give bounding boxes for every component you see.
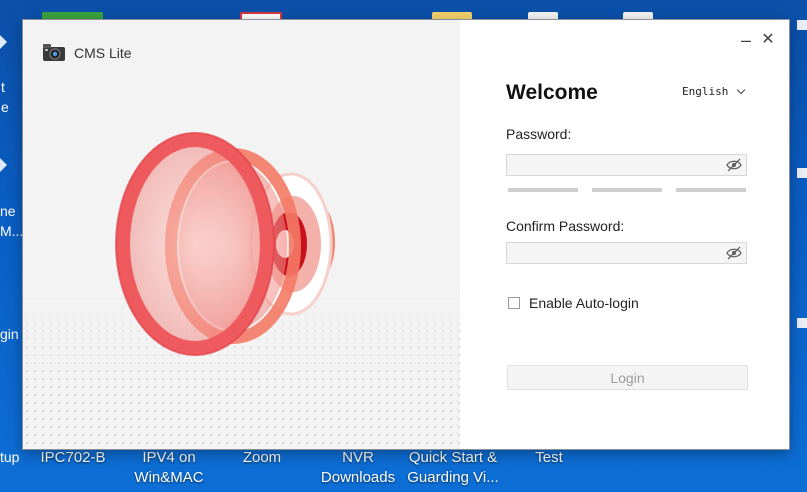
password-field[interactable] xyxy=(506,154,747,176)
desktop-app-icon[interactable] xyxy=(240,12,282,20)
confirm-password-field[interactable] xyxy=(506,242,747,264)
strength-segment xyxy=(592,188,662,192)
desktop-folder-icon[interactable] xyxy=(432,12,472,20)
desktop-shortcut-label[interactable]: Zoom xyxy=(225,448,299,468)
auto-login-checkbox[interactable] xyxy=(508,297,520,309)
desktop-edge-icon xyxy=(797,20,807,30)
desktop-app-icon[interactable] xyxy=(42,12,103,20)
speaker-rings-illustration xyxy=(115,132,335,356)
welcome-heading: Welcome xyxy=(506,81,598,104)
desktop-edge-text: tup xyxy=(0,449,20,465)
password-label: Password: xyxy=(506,126,572,142)
login-button[interactable]: Login xyxy=(507,365,748,390)
auto-login-option[interactable]: Enable Auto-login xyxy=(508,295,639,311)
branding-panel: CMS Lite xyxy=(23,20,460,449)
strength-segment xyxy=(676,188,746,192)
confirm-password-input[interactable] xyxy=(507,243,729,263)
desktop-shortcut-label[interactable]: Test xyxy=(512,448,586,468)
desktop-edge-icon xyxy=(797,168,807,178)
desktop-file-icon[interactable] xyxy=(623,12,653,20)
close-button[interactable]: ✕ xyxy=(758,30,778,50)
language-select[interactable]: English xyxy=(682,85,746,98)
app-brand: CMS Lite xyxy=(42,43,132,63)
desktop-shortcut-label[interactable]: NVR Downloads xyxy=(313,448,403,488)
eye-hidden-icon[interactable] xyxy=(726,158,742,172)
strength-segment xyxy=(508,188,578,192)
auto-login-label: Enable Auto-login xyxy=(529,295,639,311)
minimize-button[interactable]: – xyxy=(736,30,756,50)
desktop-arrow-icon xyxy=(0,35,7,49)
desktop-edge-text: gin xyxy=(0,326,19,342)
desktop-arrow-icon xyxy=(0,158,7,172)
password-strength-meter xyxy=(508,188,746,192)
desktop-file-icon[interactable] xyxy=(528,12,558,20)
password-input[interactable] xyxy=(507,155,729,175)
desktop-edge-text: e xyxy=(1,99,9,115)
app-title: CMS Lite xyxy=(74,45,132,61)
cms-lite-window: CMS Lite – ✕ Welcome English Password: C… xyxy=(23,20,789,449)
language-value: English xyxy=(682,85,729,98)
desktop-shortcut-label[interactable]: IPV4 on Win&MAC xyxy=(124,448,214,488)
confirm-password-label: Confirm Password: xyxy=(506,218,625,234)
desktop-shortcut-label[interactable]: Quick Start & Guarding Vi... xyxy=(403,448,503,488)
desktop-edge-text: t xyxy=(1,79,5,95)
eye-hidden-icon[interactable] xyxy=(726,246,742,260)
camera-logo-icon xyxy=(43,44,65,61)
desktop-edge-text: M... xyxy=(0,223,24,239)
desktop-edge-icon xyxy=(797,318,807,328)
desktop-edge-text: ne xyxy=(0,203,16,219)
chevron-down-icon xyxy=(737,85,746,95)
login-panel: – ✕ Welcome English Password: Confirm Pa… xyxy=(460,20,789,449)
desktop-shortcut-label[interactable]: IPC702-B xyxy=(36,448,110,468)
